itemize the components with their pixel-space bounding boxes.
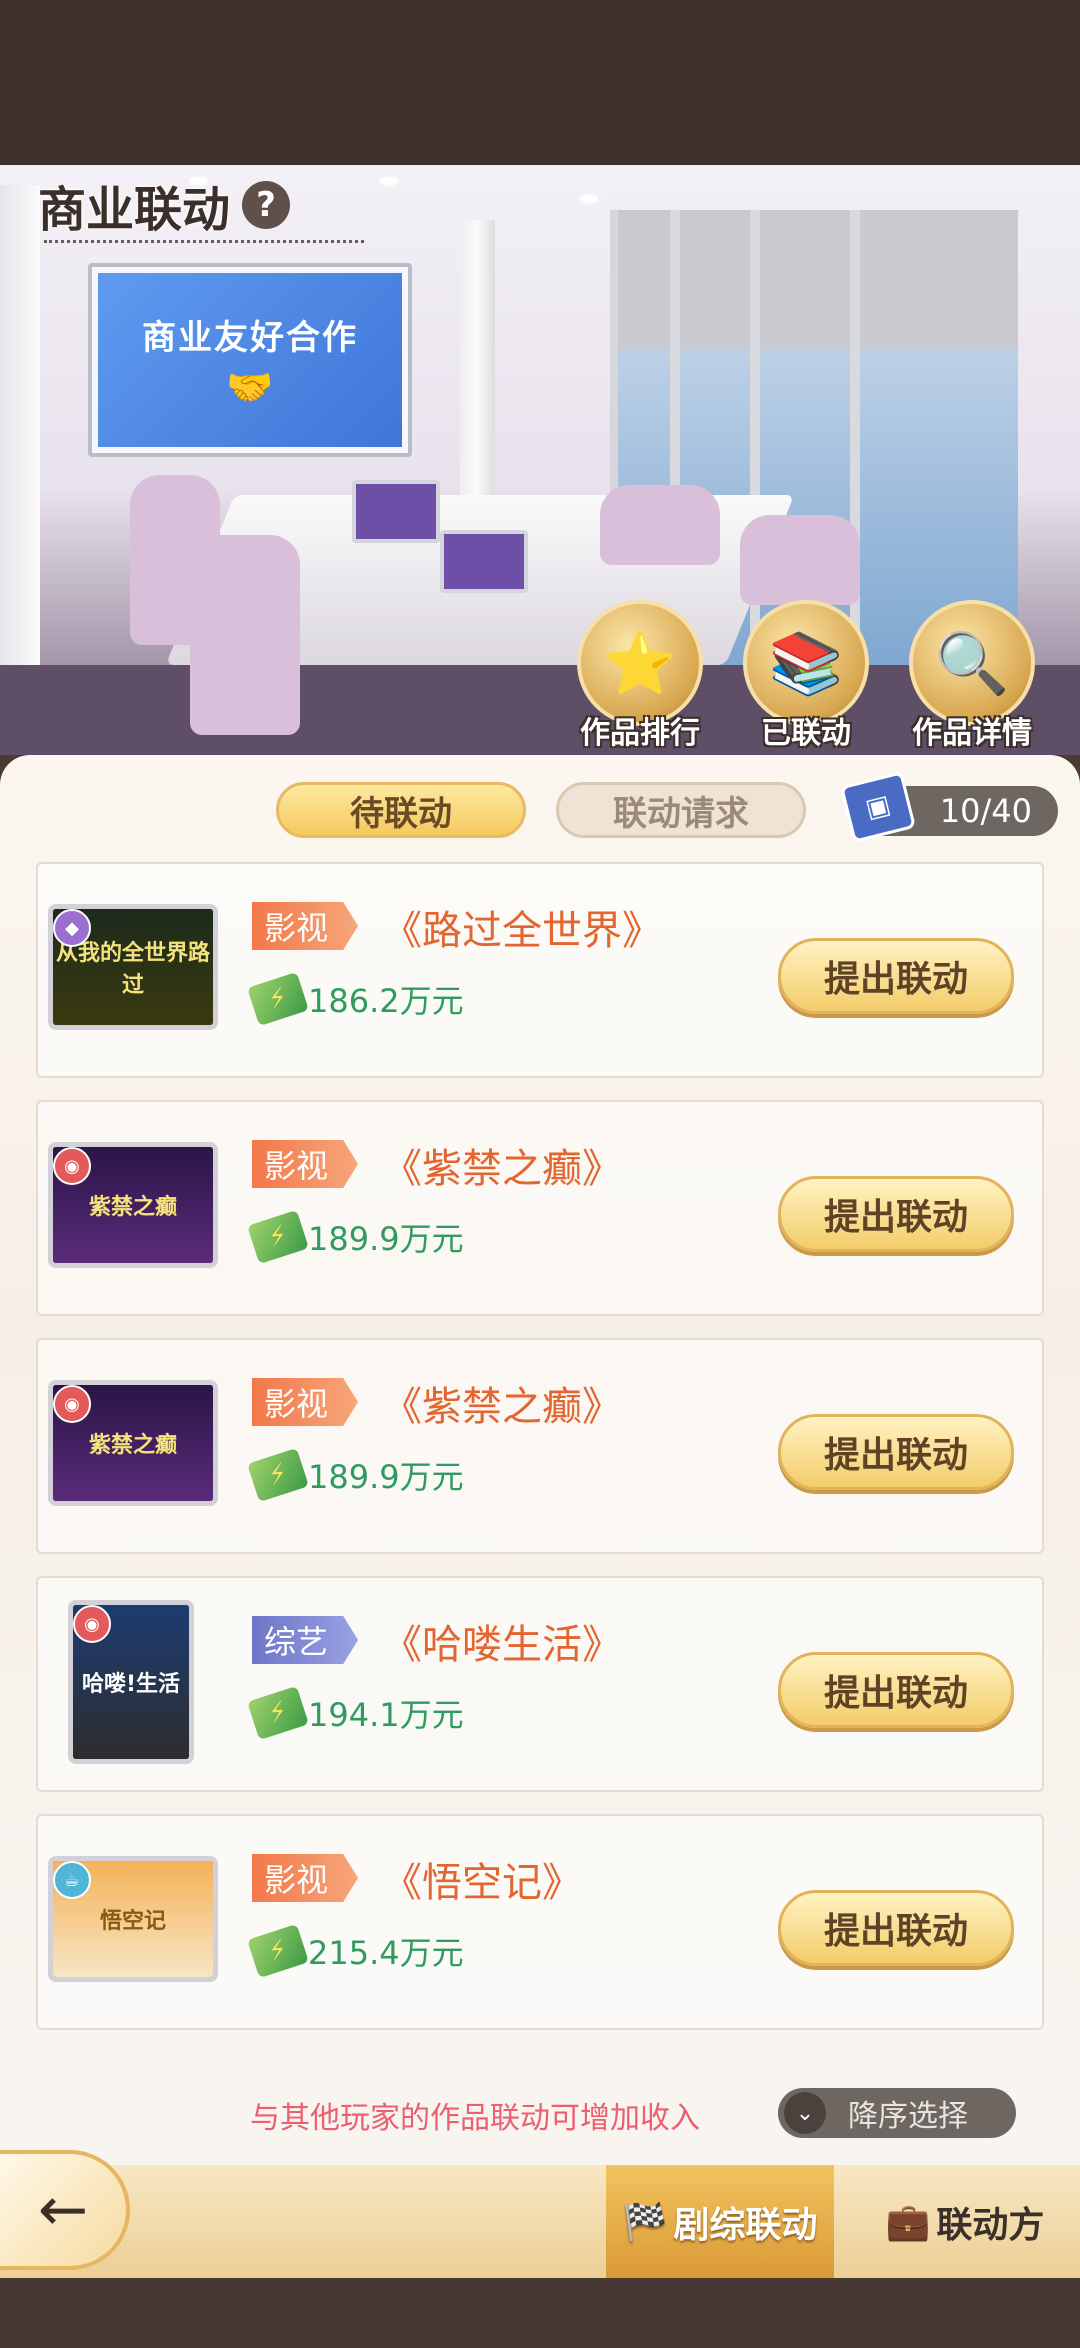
platform-badge-icon: ◆ — [53, 909, 91, 947]
tab-requests[interactable]: 联动请求 — [556, 782, 806, 838]
income-value: 215.4万元 — [308, 1934, 464, 1972]
type-tag: 影视 — [252, 1140, 359, 1188]
counter-value: 10/40 — [939, 792, 1032, 830]
tab-drama-link[interactable]: 🏁 剧综联动 — [606, 2165, 834, 2278]
type-tag: 综艺 — [252, 1616, 359, 1664]
ranking-label: 作品排行 — [580, 716, 700, 751]
laptop — [352, 480, 440, 543]
work-poster: 从我的全世界路过 ◆ — [48, 904, 218, 1030]
ceiling-light — [380, 177, 398, 185]
work-poster: 紫禁之癫 ◉ — [48, 1380, 218, 1506]
income: ⚡ 189.9万元 — [247, 1209, 464, 1265]
handshake-icon: 🤝 — [226, 365, 274, 409]
ranking-button[interactable]: ⭐ 作品排行 — [570, 600, 710, 752]
income-value: 189.9万元 — [308, 1458, 464, 1496]
linked-button[interactable]: 📚 已联动 — [736, 600, 876, 752]
chevron-down-icon: ⌄ — [784, 2092, 826, 2134]
work-card: 紫禁之癫 ◉ 影视 《紫禁之癫》 ⚡ 189.9万元 提出联动 — [36, 1100, 1044, 1316]
propose-link-button[interactable]: 提出联动 — [778, 938, 1014, 1014]
work-card: 悟空记 ☕ 影视 《悟空记》 ⚡ 215.4万元 提出联动 — [36, 1814, 1044, 2030]
platform-badge-icon: ☕ — [53, 1861, 91, 1899]
chair — [600, 485, 720, 565]
money-icon: ⚡ — [247, 1447, 309, 1503]
briefcase-icon: 💼 — [885, 2201, 931, 2243]
tv-screen: 商业友好合作 🤝 — [98, 273, 402, 447]
tab-partner[interactable]: 💼 联动方 — [860, 2165, 1070, 2278]
chair — [740, 515, 860, 605]
tv-board: 商业友好合作 🤝 — [88, 263, 412, 457]
work-title: 《紫禁之癫》 — [382, 1146, 622, 1192]
work-title: 《路过全世界》 — [382, 908, 662, 954]
money-icon: ⚡ — [247, 1923, 309, 1979]
money-icon: ⚡ — [247, 971, 309, 1027]
page-title: 商业联动 — [38, 182, 231, 238]
work-title: 《哈喽生活》 — [382, 1622, 622, 1668]
propose-link-button[interactable]: 提出联动 — [778, 1176, 1014, 1252]
propose-link-button[interactable]: 提出联动 — [778, 1652, 1014, 1728]
sort-button[interactable]: ⌄ 降序选择 — [778, 2088, 1016, 2138]
page-title-wrap: 商业联动 ? — [38, 170, 291, 240]
platform-badge-icon: ◉ — [53, 1385, 91, 1423]
sort-label: 降序选择 — [848, 2099, 968, 2134]
link-counter: ▣ 10/40 — [839, 771, 1058, 843]
tab-pending[interactable]: 待联动 — [276, 782, 526, 838]
work-card: 从我的全世界路过 ◆ 影视 《路过全世界》 ⚡ 186.2万元 提出联动 — [36, 862, 1044, 1078]
platform-badge-icon: ◉ — [73, 1605, 111, 1643]
income: ⚡ 186.2万元 — [247, 971, 464, 1027]
back-arrow-icon: ← — [37, 2175, 89, 2245]
work-poster: 哈喽!生活 ◉ — [68, 1600, 194, 1764]
ceiling-light — [580, 195, 598, 203]
type-tag: 影视 — [252, 1854, 359, 1902]
propose-link-button[interactable]: 提出联动 — [778, 1890, 1014, 1966]
money-icon: ⚡ — [247, 1209, 309, 1265]
income-value: 194.1万元 — [308, 1696, 464, 1734]
back-button[interactable]: ← — [0, 2150, 130, 2270]
income: ⚡ 189.9万元 — [247, 1447, 464, 1503]
platform-badge-icon: ◉ — [53, 1147, 91, 1185]
income-value: 186.2万元 — [308, 982, 464, 1020]
work-title: 《悟空记》 — [382, 1860, 582, 1906]
work-details-button[interactable]: 🔍 作品详情 — [902, 600, 1042, 752]
income: ⚡ 194.1万元 — [247, 1685, 464, 1741]
work-title: 《紫禁之癫》 — [382, 1384, 622, 1430]
left-pillar — [0, 185, 40, 705]
income-hint: 与其他玩家的作品联动可增加收入 — [250, 2101, 700, 2136]
bottom-decor-band — [0, 2278, 1080, 2348]
income: ⚡ 215.4万元 — [247, 1923, 464, 1979]
tv-text: 商业友好合作 — [142, 318, 358, 358]
work-poster: 紫禁之癫 ◉ — [48, 1142, 218, 1268]
work-card: 紫禁之癫 ◉ 影视 《紫禁之癫》 ⚡ 189.9万元 提出联动 — [36, 1338, 1044, 1554]
type-tag: 影视 — [252, 902, 359, 950]
tab-drama-link-label: 剧综联动 — [673, 2204, 818, 2246]
title-underline — [44, 240, 364, 243]
income-value: 189.9万元 — [308, 1220, 464, 1258]
type-tag: 影视 — [252, 1378, 359, 1426]
flags-icon: 🏁 — [622, 2201, 668, 2243]
chair — [190, 535, 300, 735]
tab-partner-label: 联动方 — [936, 2204, 1045, 2246]
work-card: 哈喽!生活 ◉ 综艺 《哈喽生活》 ⚡ 194.1万元 提出联动 — [36, 1576, 1044, 1792]
top-decor-band — [0, 0, 1080, 165]
work-details-label: 作品详情 — [912, 716, 1032, 751]
linked-label: 已联动 — [761, 716, 851, 751]
help-icon[interactable]: ? — [242, 181, 291, 229]
money-icon: ⚡ — [247, 1685, 309, 1741]
laptop — [440, 530, 528, 593]
work-poster: 悟空记 ☕ — [48, 1856, 218, 1982]
propose-link-button[interactable]: 提出联动 — [778, 1414, 1014, 1490]
